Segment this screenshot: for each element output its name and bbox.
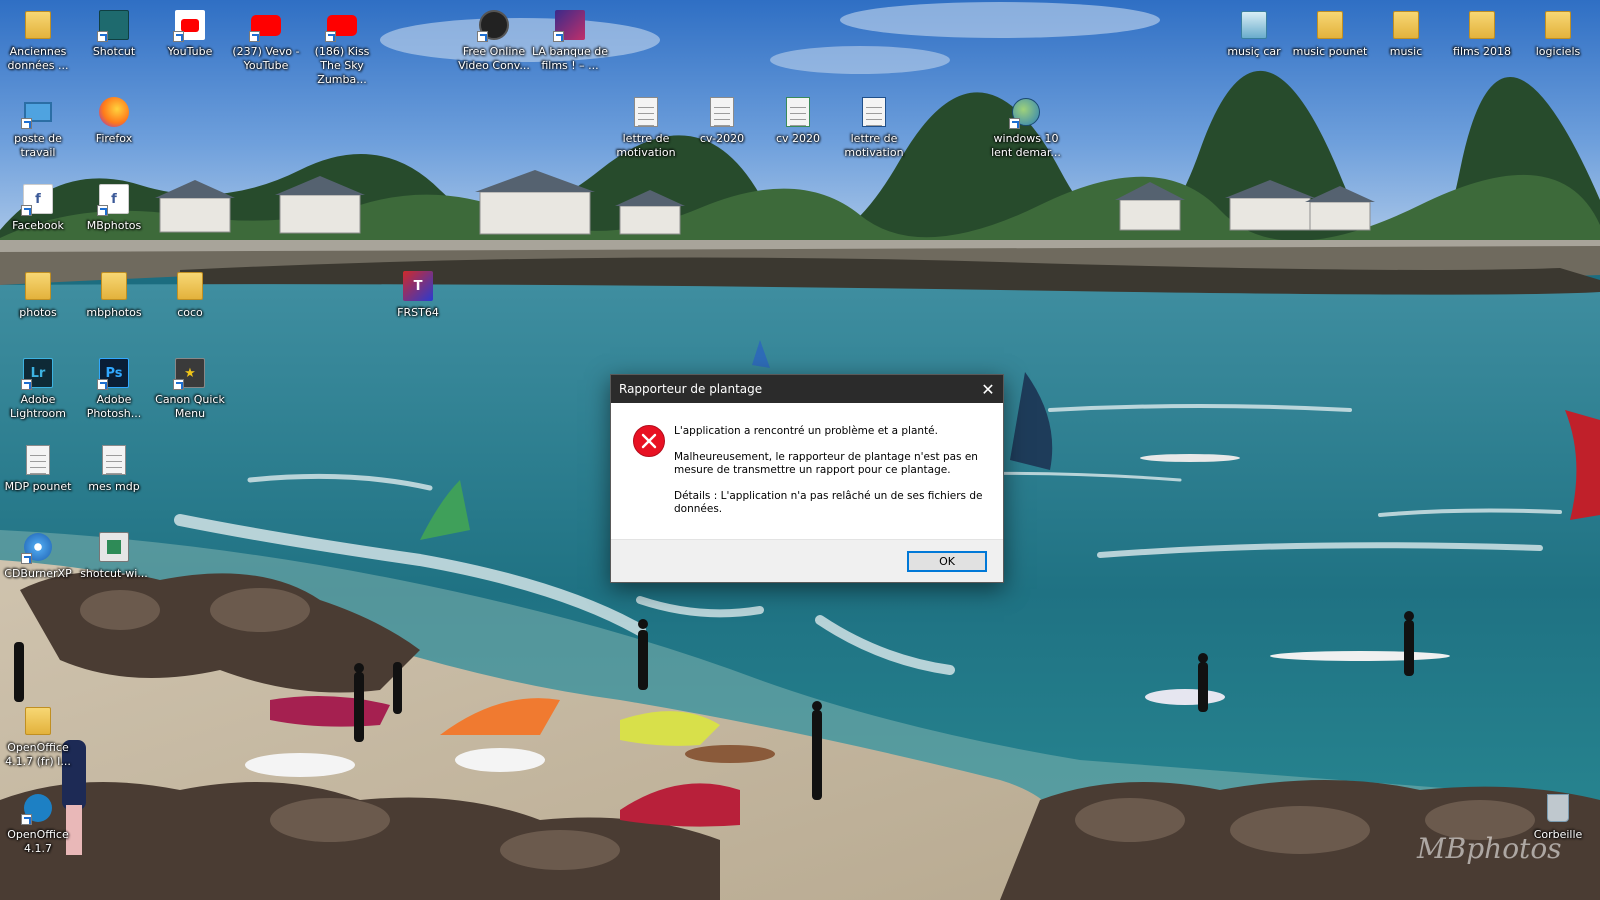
installer-icon — [97, 530, 131, 564]
canon-icon: ★ — [173, 356, 207, 390]
desktop-icon-openoffice-folder[interactable]: OpenOffice 4.1.7 (fr) I... — [0, 700, 76, 769]
error-message: L'application a rencontré un problème et… — [674, 425, 938, 437]
wallpaper-watermark: MBphotos — [1417, 832, 1562, 865]
error-details: Détails : L'application n'a pas relâché … — [674, 490, 983, 515]
folder-icon — [1313, 8, 1347, 42]
recycle-bin-icon — [1541, 791, 1575, 825]
desktop-icon-openoffice[interactable]: OpenOffice 4.1.7 — [0, 787, 76, 856]
desktop-icon-anciennes-donnees[interactable]: Anciennes données ... — [0, 4, 76, 73]
film-bank-icon — [553, 8, 587, 42]
lightroom-icon: Lr — [21, 356, 55, 390]
dialog-footer: OK — [611, 539, 1003, 582]
youtube-icon — [325, 8, 359, 42]
document-icon — [857, 95, 891, 129]
desktop-icon-adobe-lightroom[interactable]: Lr Adobe Lightroom — [0, 352, 76, 421]
desktop-icon-poste-de-travail[interactable]: poste de travail — [0, 91, 76, 160]
youtube-icon — [249, 8, 283, 42]
document-icon — [781, 95, 815, 129]
firefox-icon — [97, 95, 131, 129]
desktop-icon-mbphotos-facebook[interactable]: f MBphotos — [76, 178, 152, 233]
desktop-icon-cv-2020-dash[interactable]: cv-2020 — [684, 91, 760, 146]
desktop-icon-music-pounet[interactable]: music pounet — [1292, 4, 1368, 59]
folder-icon — [21, 704, 55, 738]
dialog-body: L'application a rencontré un problème et… — [611, 403, 1003, 539]
desktop-icon-photos[interactable]: photos — [0, 265, 76, 320]
folder-icon — [1541, 8, 1575, 42]
desktop-icon-windows-10-lent[interactable]: windows 10 lent demar... — [988, 91, 1064, 160]
desktop-icon-cdburnerxp[interactable]: CDBurnerXP — [0, 526, 76, 581]
desktop-icon-shotcut-installer[interactable]: shotcut-wi... — [76, 526, 152, 581]
video-converter-icon — [477, 8, 511, 42]
desktop-icon-music-car[interactable]: musiç car — [1216, 4, 1292, 59]
desktop-icon-vevo-youtube[interactable]: (237) Vevo - YouTube — [228, 4, 304, 73]
folder-icon — [173, 269, 207, 303]
desktop-icon-kiss-the-sky[interactable]: (186) Kiss The Sky Zumba... — [304, 4, 380, 87]
desktop-icon-shotcut[interactable]: Shotcut — [76, 4, 152, 59]
folder-icon — [21, 8, 55, 42]
close-button[interactable]: ✕ — [973, 375, 1003, 403]
error-icon — [633, 425, 665, 457]
desktop-icon-adobe-photoshop[interactable]: Ps Adobe Photosh... — [76, 352, 152, 421]
desktop-icon-frst64[interactable]: T FRST64 — [380, 265, 456, 320]
text-file-icon — [97, 443, 131, 477]
computer-icon — [21, 95, 55, 129]
openoffice-icon — [21, 791, 55, 825]
photoshop-icon: Ps — [97, 356, 131, 390]
cdburner-icon — [21, 530, 55, 564]
desktop-icon-firefox[interactable]: Firefox — [76, 91, 152, 146]
frst-icon: T — [401, 269, 435, 303]
desktop-icon-music[interactable]: music — [1368, 4, 1444, 59]
folder-icon — [1465, 8, 1499, 42]
desktop-icon-mdp-pounet[interactable]: MDP pounet — [0, 439, 76, 494]
youtube-icon — [173, 8, 207, 42]
web-link-icon — [1009, 95, 1043, 129]
desktop-icon-facebook[interactable]: f Facebook — [0, 178, 76, 233]
desktop-icon-lettre-de-motivation-2[interactable]: lettre de motivation — [836, 91, 912, 160]
music-folder-icon — [1237, 8, 1271, 42]
desktop-icon-films-2018[interactable]: films 2018 — [1444, 4, 1520, 59]
desktop-icon-coco[interactable]: coco — [152, 265, 228, 320]
desktop-icon-free-online-video-converter[interactable]: Free Online Video Conv... — [456, 4, 532, 73]
desktop-icon-lettre-de-motivation-1[interactable]: lettre de motivation — [608, 91, 684, 160]
dialog-title: Rapporteur de plantage — [619, 382, 763, 396]
desktop-icon-la-banque-de-films[interactable]: LA banque de films ! – ... — [532, 4, 608, 73]
dialog-titlebar[interactable]: Rapporteur de plantage ✕ — [611, 375, 1003, 403]
facebook-icon: f — [21, 182, 55, 216]
desktop-icon-logiciels[interactable]: logiciels — [1520, 4, 1596, 59]
desktop-icon-mbphotos[interactable]: mbphotos — [76, 265, 152, 320]
desktop-icon-canon-quick-menu[interactable]: ★ Canon Quick Menu — [152, 352, 228, 421]
folder-icon — [97, 269, 131, 303]
close-icon: ✕ — [981, 379, 995, 399]
document-icon — [705, 95, 739, 129]
desktop-icon-mes-mdp[interactable]: mes mdp — [76, 439, 152, 494]
crash-reporter-dialog: Rapporteur de plantage ✕ L'application a… — [610, 374, 1004, 583]
error-explanation: Malheureusement, le rapporteur de planta… — [674, 451, 978, 476]
desktop-icon-youtube[interactable]: YouTube — [152, 4, 228, 59]
facebook-icon: f — [97, 182, 131, 216]
shotcut-icon — [97, 8, 131, 42]
document-icon — [629, 95, 663, 129]
folder-icon — [21, 269, 55, 303]
ok-button[interactable]: OK — [907, 551, 987, 572]
folder-icon — [1389, 8, 1423, 42]
text-file-icon — [21, 443, 55, 477]
desktop-icon-cv-2020[interactable]: cv 2020 — [760, 91, 836, 146]
